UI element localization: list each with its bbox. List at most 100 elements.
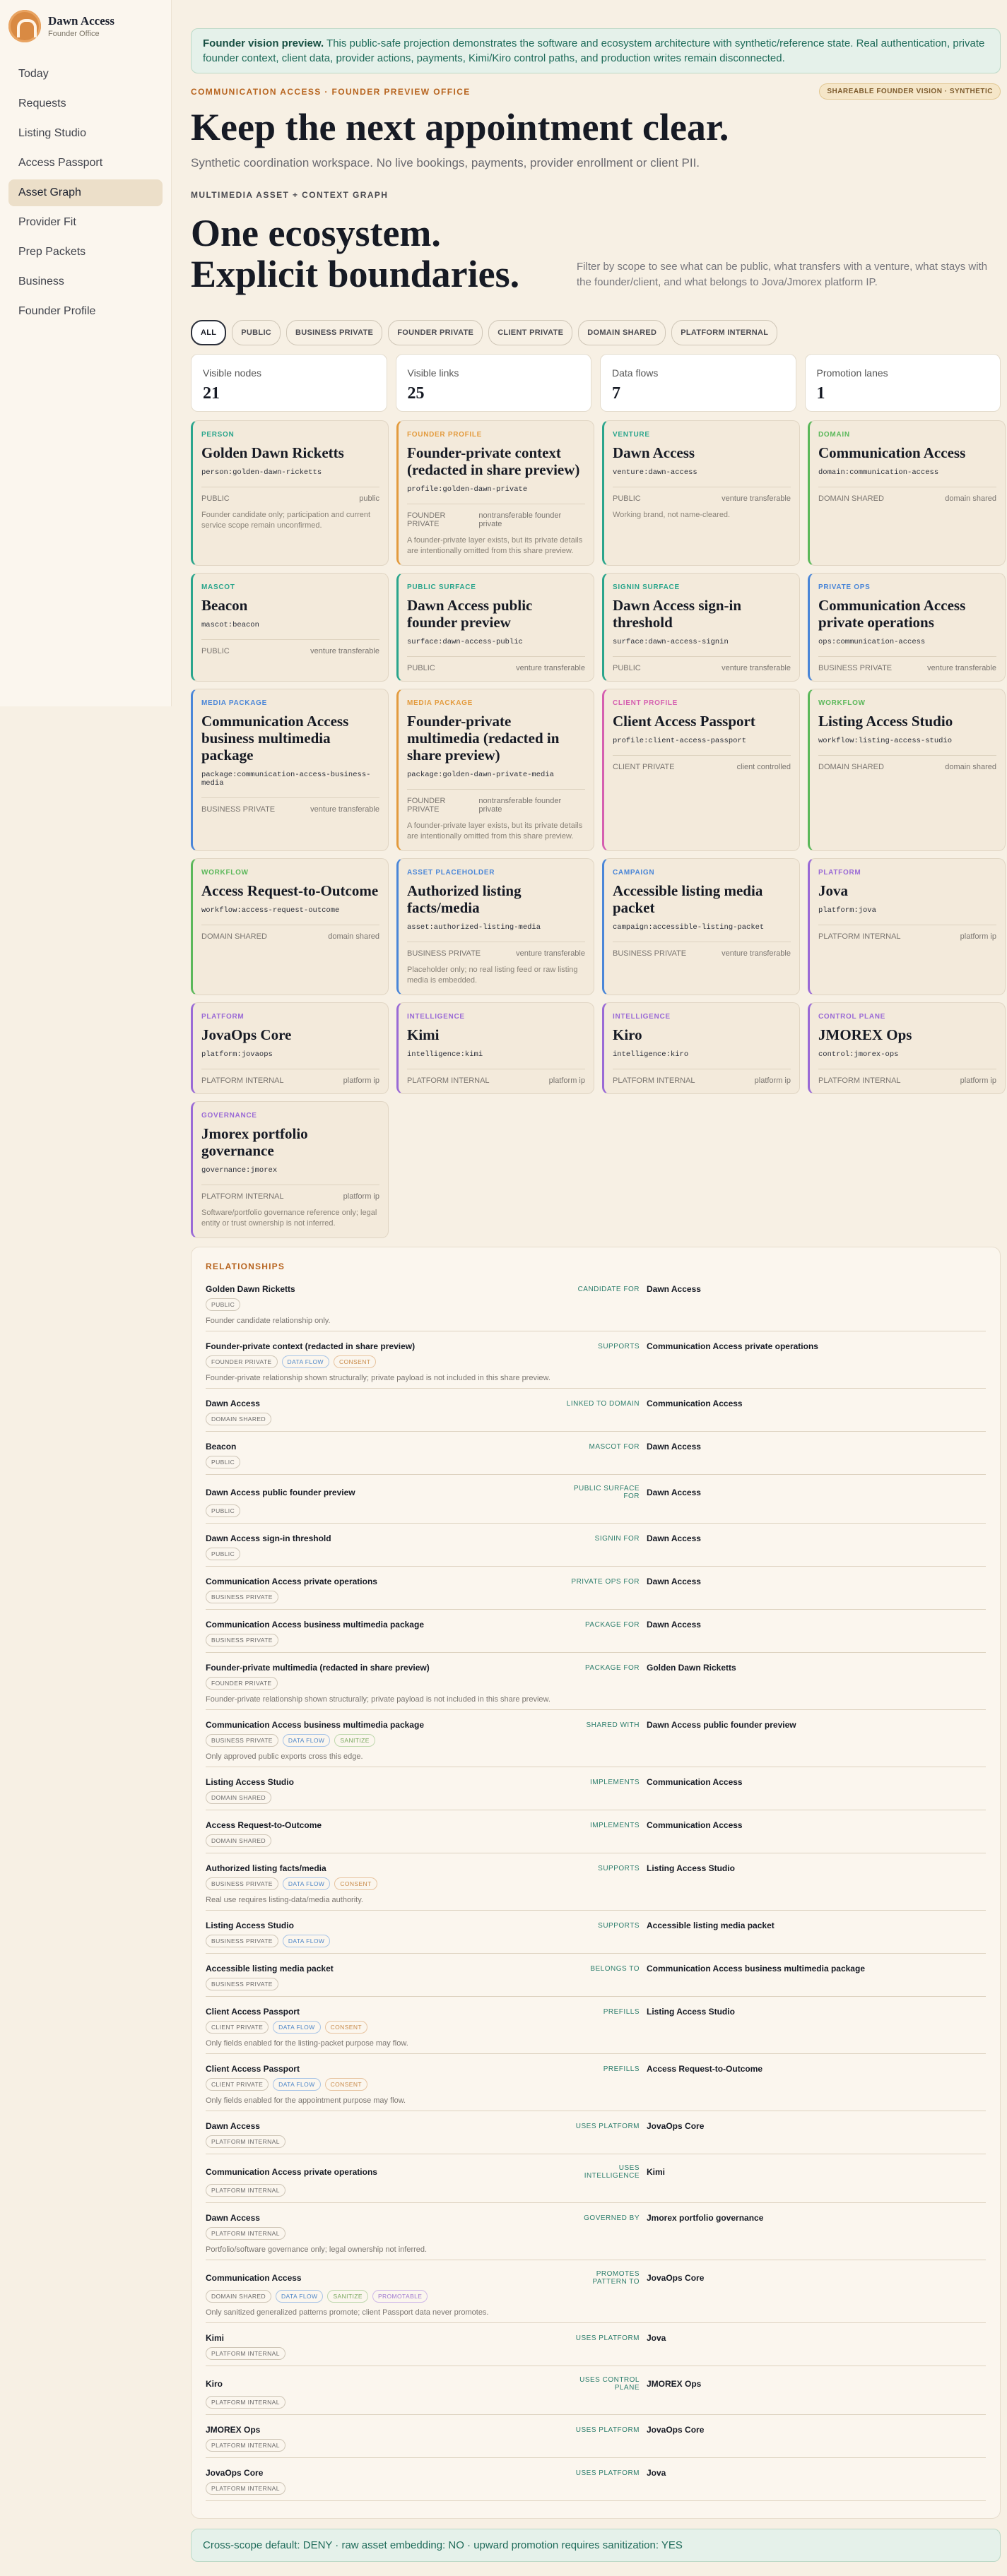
node-scope: DOMAIN SHARED [818, 494, 884, 503]
sidebar-item-founder-profile[interactable]: Founder Profile [8, 298, 163, 325]
node-card[interactable]: GOVERNANCE Jmorex portfolio governance gov… [191, 1101, 389, 1238]
node-footer: FOUNDER PRIVATE nontransferable founder p… [407, 504, 585, 528]
node-note: A founder-private layer exists, but its … [407, 821, 583, 841]
relationship-line: Beacon MASCOT FOR Dawn Access [206, 1442, 986, 1452]
node-type: DOMAIN [818, 431, 850, 439]
node-card[interactable]: PERSON Golden Dawn Ricketts person:golden-… [191, 420, 389, 566]
ecosystem-kicker: MULTIMEDIA ASSET + CONTEXT GRAPH [191, 190, 389, 200]
node-card[interactable]: PLATFORM Jova platform:jova PLATFORM INTERN… [808, 858, 1006, 995]
node-card[interactable]: PUBLIC SURFACE Dawn Access public founder… [396, 573, 594, 682]
stat-label: Data flows [612, 367, 659, 379]
node-scope: BUSINESS PRIVATE [818, 664, 893, 672]
sidebar-item-business[interactable]: Business [8, 268, 163, 295]
node-card[interactable]: WORKFLOW Listing Access Studio workflow:li… [808, 689, 1006, 851]
relationship-verb: LINKED TO DOMAIN [566, 1399, 640, 1408]
relationship-line: Dawn Access LINKED TO DOMAIN Communication… [206, 1399, 986, 1408]
node-card[interactable]: INTELLIGENCE Kimi intelligence:kimi PLATFOR… [396, 1002, 594, 1094]
node-footer: PLATFORM INTERNAL platform ip [818, 1069, 996, 1085]
relationship-note: Founder candidate relationship only. [206, 1317, 331, 1325]
sidebar-item-access-passport[interactable]: Access Passport [8, 150, 163, 177]
filter-public[interactable]: PUBLIC [232, 320, 281, 345]
node-footer: PLATFORM INTERNAL platform ip [407, 1069, 585, 1085]
node-footer: PLATFORM INTERNAL platform ip [201, 1185, 379, 1201]
node-card[interactable]: MEDIA PACKAGE Founder-private multimedia … [396, 689, 594, 851]
relationship-to: Communication Access [647, 1820, 743, 1830]
relationship-to: JovaOps Core [647, 2273, 705, 2283]
node-title: Communication Access [818, 444, 966, 461]
relationship-verb: USES PLATFORM [575, 2334, 640, 2342]
node-card[interactable]: MASCOT Beacon mascot:beacon PUBLIC venture t… [191, 573, 389, 682]
node-card[interactable]: INTELLIGENCE Kiro intelligence:kiro PLATFOR… [602, 1002, 800, 1094]
node-transfer: domain shared [328, 932, 379, 941]
node-card[interactable]: WORKFLOW Access Request-to-Outcome workflo… [191, 858, 389, 995]
relationship-to: Jmorex portfolio governance [647, 2213, 764, 2223]
node-card[interactable]: SIGNIN SURFACE Dawn Access sign-in thresh… [602, 573, 800, 682]
relationship-tags: PUBLIC [206, 1456, 986, 1468]
relationship-to: Kimi [647, 2167, 666, 2177]
relationship-from: Accessible listing media packet [206, 1964, 334, 1973]
relationship-to: Jova [647, 2468, 666, 2478]
node-card[interactable]: FOUNDER PROFILE Founder-private context (… [396, 420, 594, 566]
node-card[interactable]: PLATFORM JovaOps Core platform:jovaops PLAT… [191, 1002, 389, 1094]
node-transfer: platform ip [548, 1076, 585, 1085]
relationship-verb: PACKAGE FOR [585, 1663, 640, 1672]
filter-founder-private[interactable]: FOUNDER PRIVATE [388, 320, 483, 345]
sidebar-item-provider-fit[interactable]: Provider Fit [8, 209, 163, 236]
node-card[interactable]: MEDIA PACKAGE Communication Access busine… [191, 689, 389, 851]
node-scope: PLATFORM INTERNAL [201, 1192, 284, 1201]
relationship-from: Dawn Access public founder preview [206, 1488, 355, 1497]
relationship-from: Kimi [206, 2333, 225, 2343]
sidebar-item-requests[interactable]: Requests [8, 90, 163, 117]
relationship-note: Only fields enabled for the listing-pack… [206, 2039, 408, 2048]
relationship-verb: USES PLATFORM [575, 2426, 640, 2434]
node-scope: DOMAIN SHARED [818, 763, 884, 771]
scope-tag: PUBLIC [206, 1504, 241, 1517]
scope-tag: BUSINESS PRIVATE [206, 1591, 278, 1603]
node-card[interactable]: VENTURE Dawn Access venture:dawn-access PUB… [602, 420, 800, 566]
ecosystem-title: One ecosystem. Explicit boundaries. [191, 212, 520, 295]
relationship-from: Client Access Passport [206, 2064, 300, 2074]
sidebar-item-listing-studio[interactable]: Listing Studio [8, 120, 163, 147]
node-transfer: venture transferable [722, 664, 791, 672]
sidebar-item-asset-graph[interactable]: Asset Graph [8, 179, 163, 206]
scope-tag: PROMOTABLE [372, 2290, 428, 2303]
filter-business-private[interactable]: BUSINESS PRIVATE [286, 320, 383, 345]
node-footer: DOMAIN SHARED domain shared [818, 755, 996, 771]
relationship-row: Kiro USES CONTROL PLANE JMOREX Ops PLATFORM… [206, 2376, 986, 2415]
relationship-row: Communication Access business multimedia… [206, 1720, 986, 1767]
relationship-row: Dawn Access sign-in threshold SIGNIN FOR D… [206, 1533, 986, 1567]
stats-row: Visible nodes 21 Visible links 25 Data flows… [191, 354, 1001, 412]
relationship-line: Dawn Access sign-in threshold SIGNIN FOR D… [206, 1533, 986, 1543]
relationship-row: Communication Access private operations U… [206, 2164, 986, 2203]
brand-subtitle: Founder Office [48, 30, 100, 38]
filter-client-private[interactable]: CLIENT PRIVATE [488, 320, 573, 345]
node-id: platform:jova [818, 906, 876, 915]
node-transfer: venture transferable [722, 949, 791, 958]
scope-tag: DATA FLOW [273, 2021, 321, 2034]
node-card[interactable]: CONTROL PLANE JMOREX Ops control:jmorex-op… [808, 1002, 1006, 1094]
node-card[interactable]: CLIENT PROFILE Client Access Passport prof… [602, 689, 800, 851]
ecosystem-description: Filter by scope to see what can be publi… [577, 261, 988, 288]
relationship-verb: USES INTELLIGENCE [584, 2164, 640, 2180]
node-id: surface:dawn-access-signin [613, 638, 729, 646]
node-card[interactable]: PRIVATE OPS Communication Access private … [808, 573, 1006, 682]
node-card[interactable]: ASSET PLACEHOLDER Authorized listing fact… [396, 858, 594, 995]
sidebar-item-prep-packets[interactable]: Prep Packets [8, 239, 163, 266]
filter-platform-internal[interactable]: PLATFORM INTERNAL [671, 320, 778, 345]
relationship-from: Client Access Passport [206, 2007, 300, 2017]
relationship-row: Listing Access Studio IMPLEMENTS Communica… [206, 1777, 986, 1810]
relationship-verb: SUPPORTS [598, 1921, 640, 1930]
stat-value: 7 [612, 384, 620, 403]
node-card[interactable]: DOMAIN Communication Access domain:communi… [808, 420, 1006, 566]
scope-tag: CLIENT PRIVATE [206, 2078, 269, 2091]
relationship-to: Dawn Access [647, 1620, 701, 1630]
relationship-tags: BUSINESS PRIVATE [206, 1978, 986, 1990]
node-footer: BUSINESS PRIVATE venture transferable [818, 656, 996, 672]
filter-all[interactable]: ALL [191, 320, 227, 345]
sidebar-item-today[interactable]: Today [8, 61, 163, 88]
relationship-from: Beacon [206, 1442, 237, 1452]
filter-domain-shared[interactable]: DOMAIN SHARED [578, 320, 666, 345]
scope-tag: FOUNDER PRIVATE [206, 1355, 278, 1368]
node-card[interactable]: CAMPAIGN Accessible listing media packet c… [602, 858, 800, 995]
relationship-to: Dawn Access [647, 1577, 701, 1586]
